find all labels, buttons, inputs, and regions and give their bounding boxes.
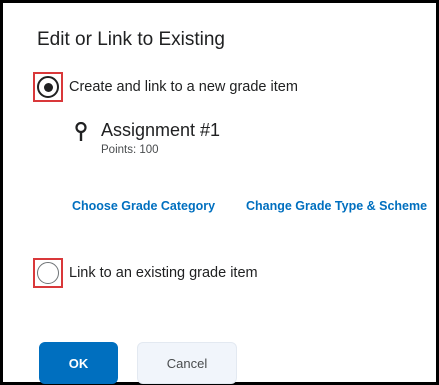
radio-selected-dot [43, 82, 53, 92]
dialog-frame: Edit or Link to Existing Create and link… [0, 0, 439, 385]
grade-item-points: Points: 100 [101, 144, 159, 156]
create-new-grade-item-option[interactable]: Create and link to a new grade item [33, 72, 298, 102]
highlight-box [33, 72, 63, 102]
cancel-button[interactable]: Cancel [137, 342, 237, 384]
pin-icon [75, 122, 87, 141]
ok-button[interactable]: OK [39, 342, 118, 384]
link-existing-grade-item-option[interactable]: Link to an existing grade item [33, 258, 258, 288]
link-existing-radio[interactable] [37, 262, 59, 284]
link-existing-label: Link to an existing grade item [69, 265, 258, 281]
grade-item-name: Assignment #1 [101, 120, 221, 140]
choose-grade-category-link[interactable]: Choose Grade Category [72, 199, 215, 213]
create-new-label: Create and link to a new grade item [69, 79, 298, 95]
dialog-title: Edit or Link to Existing [37, 29, 225, 50]
highlight-box [33, 258, 63, 288]
change-grade-type-scheme-link[interactable]: Change Grade Type & Scheme [246, 199, 427, 213]
grade-item-preview: Assignment #1 Points: 100 [74, 119, 220, 156]
create-new-radio[interactable] [37, 76, 59, 98]
grade-item-text: Assignment #1 Points: 100 [101, 119, 220, 156]
